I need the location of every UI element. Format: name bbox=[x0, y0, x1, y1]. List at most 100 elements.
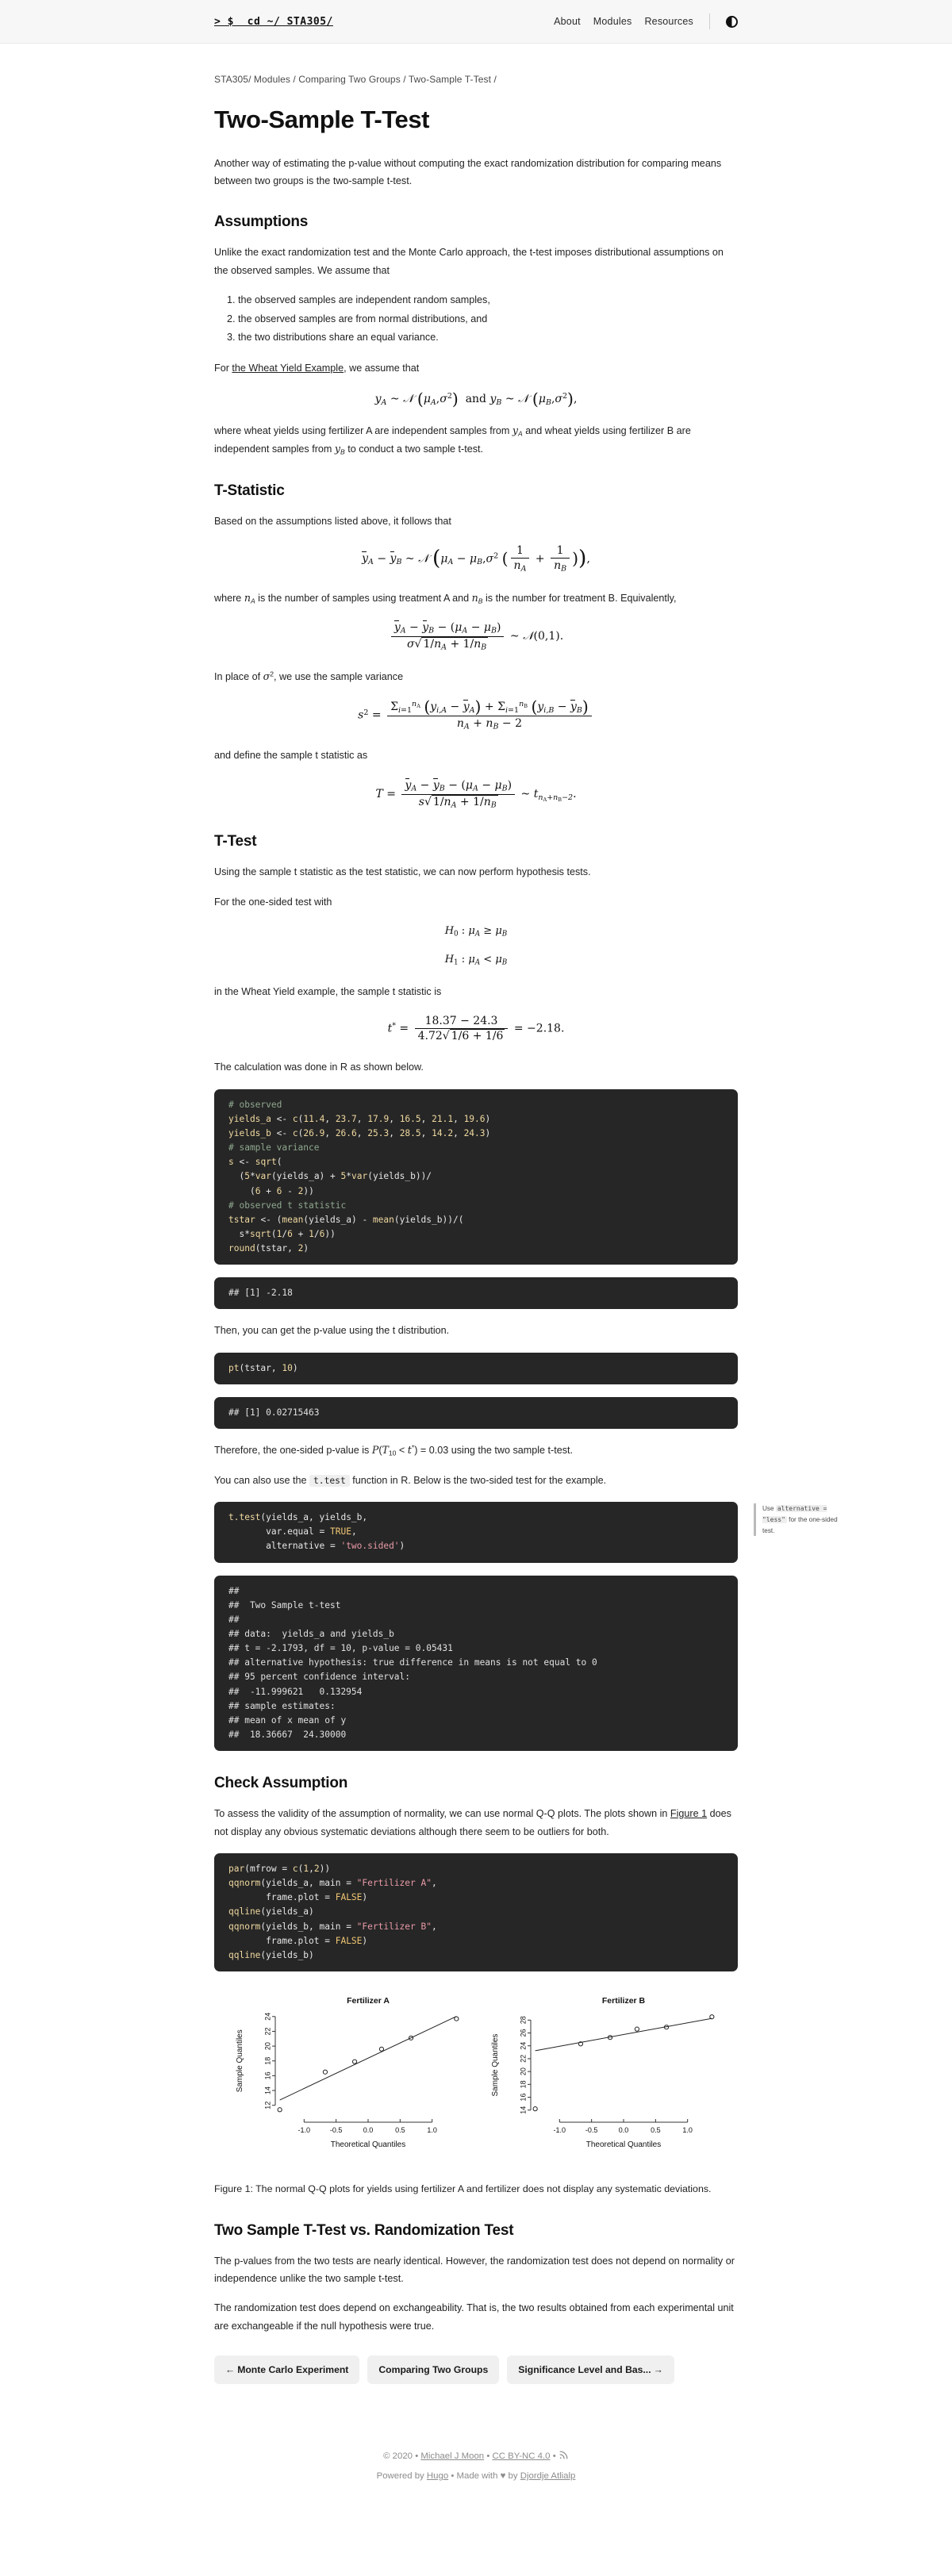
breadcrumb[interactable]: STA305/ Modules / Comparing Two Groups /… bbox=[214, 74, 738, 85]
svg-text:0.5: 0.5 bbox=[651, 2126, 661, 2134]
math-alternative-hypothesis: H1 : μA < μB bbox=[444, 954, 508, 967]
svg-text:22: 22 bbox=[519, 2055, 527, 2063]
svg-text:0.5: 0.5 bbox=[395, 2126, 405, 2134]
output-line: ## t = -2.1793, df = 10, p-value = 0.054… bbox=[228, 1643, 453, 1654]
tstatistic-paragraph-1: Based on the assumptions listed above, i… bbox=[214, 515, 451, 527]
math-pooled-variance: s2 = Σi=1nA (yi,A − yA) + Σi=1nB (yi,B −… bbox=[214, 699, 738, 731]
text-fragment: For bbox=[214, 363, 232, 374]
svg-text:0.0: 0.0 bbox=[363, 2126, 374, 2134]
section-heading-check-assumption: Check Assumption bbox=[214, 1775, 348, 1792]
assumptions-paragraph: Unlike the exact randomization test and … bbox=[214, 247, 724, 276]
footer-made-by: by bbox=[505, 2471, 520, 2482]
svg-text:16: 16 bbox=[519, 2093, 527, 2101]
figure-1-link[interactable]: Figure 1 bbox=[670, 1808, 707, 1819]
svg-text:Fertilizer B: Fertilizer B bbox=[602, 1996, 646, 2006]
footer-theme-author-link[interactable]: Djordje Atlialp bbox=[520, 2471, 576, 2481]
ttest-paragraph-5: Then, you can get the p-value using the … bbox=[214, 1325, 450, 1337]
pager-up-button[interactable]: Comparing Two Groups bbox=[367, 2355, 500, 2385]
r-output-tstatistic: ## [1] -2.18 bbox=[214, 1277, 738, 1310]
nav-link-about[interactable]: About bbox=[554, 16, 581, 27]
footer-powered-prefix: Powered by bbox=[376, 2471, 427, 2482]
pager-previous-button[interactable]: ← Monte Carlo Experiment bbox=[214, 2355, 360, 2385]
pager-next-label: Significance Level and Bas... bbox=[518, 2364, 651, 2376]
svg-text:Theoretical Quantiles: Theoretical Quantiles bbox=[586, 2140, 662, 2149]
site-footer: © 2020 • Michael J Moon • CC BY-NC 4.0 •… bbox=[0, 2430, 952, 2513]
list-item: the observed samples are from normal dis… bbox=[238, 310, 738, 328]
half-circle-contrast-icon[interactable] bbox=[726, 15, 738, 28]
code-with-sidenote: t.test(yields_a, yields_b, var.equal = T… bbox=[214, 1502, 838, 1563]
output-line: ## alternative hypothesis: true differen… bbox=[228, 1657, 597, 1668]
svg-text:14: 14 bbox=[263, 2087, 271, 2094]
svg-text:24: 24 bbox=[263, 2013, 271, 2021]
r-code-block-tstatistic: # observed yields_a <- c(11.4, 23.7, 17.… bbox=[214, 1088, 738, 1265]
math-standardized-normal: yA − yB − (μA − μB) σ√ 1/nA + 1/nB ~ 𝒩(0,… bbox=[214, 620, 738, 652]
output-line: ## 95 percent confidence interval: bbox=[228, 1672, 411, 1683]
svg-text:28: 28 bbox=[519, 2016, 527, 2024]
ttest-paragraph-2: For the one-sided test with bbox=[214, 896, 332, 908]
sidenote-alternative-less: Use alternative = "less" for the one-sid… bbox=[754, 1503, 849, 1537]
footer-dot: • bbox=[451, 2471, 455, 2482]
footer-author-link[interactable]: Michael J Moon bbox=[420, 2451, 484, 2461]
footer-copyright: © 2020 bbox=[383, 2451, 413, 2462]
figure-qq-plots: Fertilizer A 12 14 16 18 20 22 24 Sample Quantil… bbox=[214, 1992, 738, 2167]
svg-text:-1.0: -1.0 bbox=[554, 2126, 566, 2134]
svg-text:1.0: 1.0 bbox=[427, 2126, 437, 2134]
figure-caption: Figure 1: The normal Q-Q plots for yield… bbox=[214, 2182, 712, 2194]
pager-previous-label: Monte Carlo Experiment bbox=[237, 2364, 349, 2376]
footer-line-2: Powered by Hugo • Made with ♥ by Djordje… bbox=[0, 2467, 952, 2486]
footer-made-prefix: Made with bbox=[456, 2471, 501, 2482]
math-null-hypothesis: H0 : μA ≥ μB bbox=[444, 925, 508, 939]
nav-divider bbox=[709, 13, 710, 29]
tstatistic-paragraph-4: and define the sample t statistic as bbox=[214, 750, 368, 762]
site-brand-link[interactable]: > $ cd ~/ STA305/ bbox=[214, 16, 333, 28]
svg-text:24: 24 bbox=[519, 2042, 527, 2050]
svg-text:Theoretical Quantiles: Theoretical Quantiles bbox=[331, 2140, 406, 2149]
comparison-paragraph-2: The randomization test does depend on ex… bbox=[214, 2302, 734, 2332]
section-heading-ttest: T-Test bbox=[214, 833, 257, 850]
svg-text:18: 18 bbox=[263, 2057, 271, 2065]
output-line: ## 18.36667 24.30000 bbox=[228, 1729, 347, 1740]
wheat-yield-intro: For the Wheat Yield Example, we assume t… bbox=[214, 359, 738, 377]
qq-plot-b-svg: Fertilizer B 14 16 18 20 22 24 26 28 Sample Quant… bbox=[491, 1996, 715, 2149]
svg-text:Sample Quantiles: Sample Quantiles bbox=[236, 2029, 244, 2092]
svg-text:-0.5: -0.5 bbox=[330, 2126, 343, 2134]
nav-link-resources[interactable]: Resources bbox=[644, 16, 693, 27]
output-line: ## data: yields_a and yields_b bbox=[228, 1629, 394, 1639]
pager-navigation: ← Monte Carlo Experiment Comparing Two Gr… bbox=[214, 2355, 738, 2385]
text-fragment: You can also use the bbox=[214, 1474, 309, 1486]
output-line: ## bbox=[228, 1585, 245, 1596]
section-heading-comparison: Two Sample T-Test vs. Randomization Test bbox=[214, 2221, 514, 2239]
nav-link-modules[interactable]: Modules bbox=[593, 16, 632, 27]
wheat-yield-example-link[interactable]: the Wheat Yield Example bbox=[232, 363, 344, 374]
ttest-paragraph-3: in the Wheat Yield example, the sample t… bbox=[214, 985, 442, 997]
arrow-left-icon: ← bbox=[225, 2364, 236, 2376]
r-code-block-pt: pt(tstar, 10) bbox=[214, 1352, 738, 1384]
text-fragment: Therefore, the one-sided p-value is bbox=[214, 1445, 372, 1457]
svg-text:22: 22 bbox=[263, 2027, 271, 2035]
assumptions-after-paragraph: where wheat yields using fertilizer A ar… bbox=[214, 424, 691, 456]
footer-hugo-link[interactable]: Hugo bbox=[427, 2471, 448, 2481]
section-heading-assumptions: Assumptions bbox=[214, 213, 309, 231]
svg-text:-0.5: -0.5 bbox=[585, 2126, 598, 2134]
rss-icon[interactable] bbox=[559, 2449, 569, 2467]
math-sample-t-statistic-value: t* = 18.37 − 24.3 4.72√ 1/6 + 1/6 = −2.18… bbox=[387, 1015, 565, 1043]
svg-text:14: 14 bbox=[519, 2106, 527, 2114]
output-line: ## Two Sample t-test bbox=[228, 1599, 341, 1610]
output-line: ## mean of x mean of y bbox=[228, 1714, 347, 1726]
r-output-ttest: ## ## Two Sample t-test ## ## data: yiel… bbox=[214, 1575, 738, 1752]
text-fragment: using the two sample t-test. bbox=[448, 1445, 574, 1457]
svg-text:-1.0: -1.0 bbox=[298, 2126, 311, 2134]
footer-license-link[interactable]: CC BY-NC 4.0 bbox=[493, 2451, 551, 2461]
nav-links-group: About Modules Resources bbox=[554, 13, 738, 29]
svg-text:Fertilizer A: Fertilizer A bbox=[347, 1996, 390, 2006]
text-fragment: function in R. Below is the two-sided te… bbox=[349, 1474, 607, 1486]
tstatistic-paragraph-3: In place of σ2, we use the sample varian… bbox=[214, 670, 404, 682]
footer-line-1: © 2020 • Michael J Moon • CC BY-NC 4.0 • bbox=[0, 2447, 952, 2467]
inline-code-t-test: t.test bbox=[309, 1474, 350, 1487]
section-heading-tstatistic: T-Statistic bbox=[214, 482, 285, 499]
list-item: the observed samples are independent ran… bbox=[238, 291, 738, 309]
pager-next-button[interactable]: Significance Level and Bas... → bbox=[507, 2355, 674, 2385]
output-line: ## sample estimates: bbox=[228, 1700, 336, 1711]
page-title: Two-Sample T-Test bbox=[214, 106, 430, 133]
svg-text:20: 20 bbox=[263, 2042, 271, 2050]
